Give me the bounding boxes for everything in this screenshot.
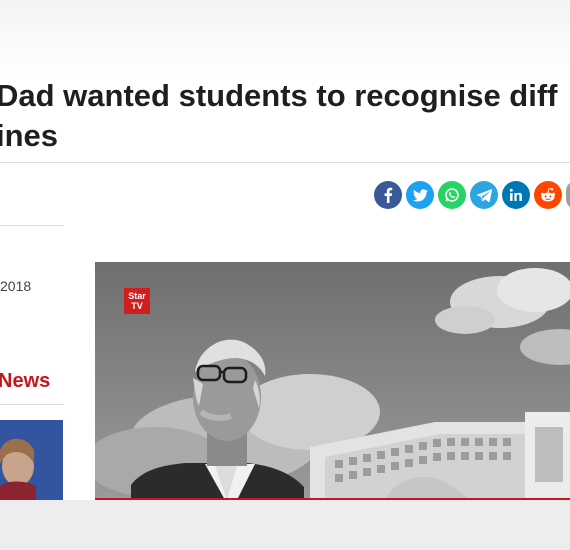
sidebar-divider [0,225,64,226]
telegram-share-button[interactable] [470,181,498,209]
more-share-button[interactable] [566,181,570,209]
person-thumbnail-image [0,420,63,500]
share-bar [374,181,570,209]
facebook-icon [384,187,393,203]
star-tv-logo: Star TV [124,288,150,314]
sidebar-divider-2 [0,404,64,405]
whatsapp-share-button[interactable] [438,181,466,209]
news-thumbnail[interactable] [0,420,63,500]
publish-date: 2018 [0,278,32,294]
facebook-share-button[interactable] [374,181,402,209]
reddit-share-button[interactable] [534,181,562,209]
twitter-share-button[interactable] [406,181,434,209]
divider [0,162,570,163]
whatsapp-icon [445,188,459,202]
video-bottom-accent [95,498,570,500]
linkedin-share-button[interactable] [502,181,530,209]
headline-line-2: ines [0,118,59,153]
video-frame-image [95,262,570,500]
video-player[interactable] [95,262,570,500]
article-page: Dad wanted students to recognise diff in… [0,0,570,500]
twitter-icon [412,188,428,201]
linkedin-icon [509,188,522,201]
sidebar-section-title[interactable]: News [0,370,50,393]
article-headline: Dad wanted students to recognise diff in… [0,76,570,156]
reddit-icon [540,188,556,202]
headline-line-1: Dad wanted students to recognise diff [0,78,558,113]
telegram-icon [476,188,492,202]
header-fade [0,0,570,78]
